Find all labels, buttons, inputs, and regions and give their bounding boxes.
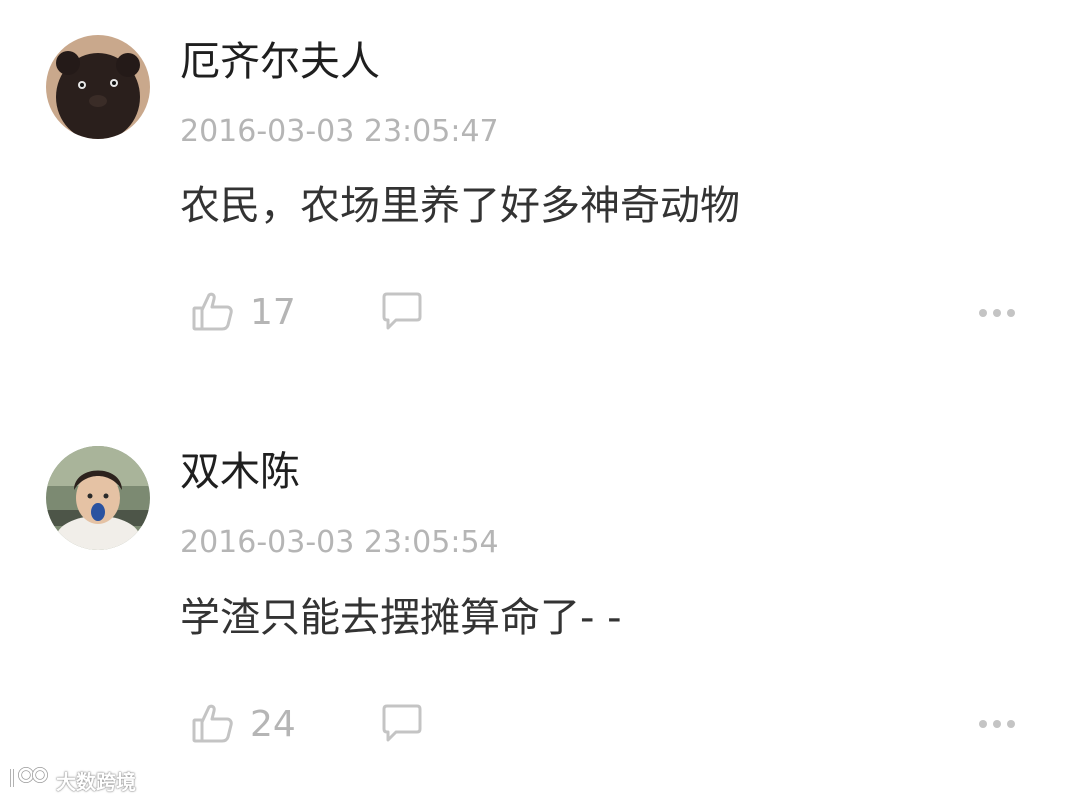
ellipsis-icon (977, 303, 1017, 322)
comment-text: 学渣只能去摆摊算命了- - (180, 595, 622, 641)
ellipsis-icon (977, 714, 1017, 733)
comment-item: 厄齐尔夫人 2016-03-03 23:05:47 农民，农场里养了好多神奇动物… (0, 0, 1072, 380)
comment-text: 农民，农场里养了好多神奇动物 (180, 183, 740, 229)
thumbs-up-icon (190, 289, 234, 337)
reply-button[interactable] (380, 288, 426, 338)
avatar[interactable] (46, 446, 150, 550)
username[interactable]: 双木陈 (180, 448, 300, 496)
watermark: 大数跨境 (8, 765, 136, 795)
more-options-button[interactable] (972, 708, 1022, 738)
reply-button[interactable] (380, 700, 426, 750)
like-count: 17 (250, 292, 296, 333)
more-options-button[interactable] (972, 297, 1022, 327)
watermark-text: 大数跨境 (56, 769, 136, 794)
timestamp: 2016-03-03 23:05:54 (180, 525, 499, 560)
boy-photo-avatar-icon (46, 446, 150, 550)
avatar[interactable] (46, 35, 150, 139)
watermark-logo-icon (8, 765, 50, 796)
like-button[interactable]: 24 (190, 700, 296, 750)
thumbs-up-icon (190, 701, 234, 749)
username[interactable]: 厄齐尔夫人 (180, 38, 380, 86)
dark-plush-bear-avatar-icon (46, 35, 150, 139)
comment-item: 双木陈 2016-03-03 23:05:54 学渣只能去摆摊算命了- - 24 (0, 410, 1072, 790)
speech-bubble-icon (380, 291, 424, 335)
speech-bubble-icon (380, 703, 424, 747)
timestamp: 2016-03-03 23:05:47 (180, 114, 499, 149)
like-count: 24 (250, 704, 296, 745)
like-button[interactable]: 17 (190, 288, 296, 338)
